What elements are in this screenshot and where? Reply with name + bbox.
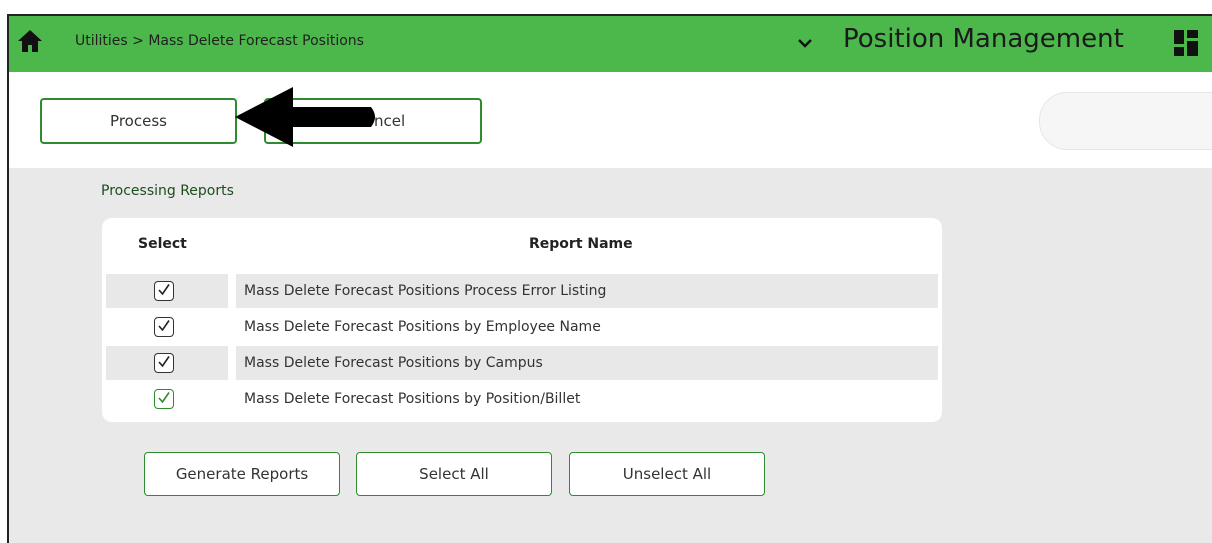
- select-all-button[interactable]: Select All: [356, 452, 552, 496]
- report-checkbox[interactable]: [154, 317, 174, 337]
- report-name: Mass Delete Forecast Positions by Positi…: [244, 391, 581, 407]
- report-checkbox[interactable]: [154, 389, 174, 409]
- reports-table: Select Report Name Mass Delete Forecast …: [102, 218, 942, 422]
- report-name: Mass Delete Forecast Positions by Employ…: [244, 319, 601, 335]
- select-cell: [106, 382, 228, 416]
- report-checkbox[interactable]: [154, 281, 174, 301]
- column-header-report-name: Report Name: [529, 236, 633, 252]
- select-cell: [106, 310, 228, 344]
- content-area: Processing Reports Select Report Name Ma…: [9, 168, 1212, 543]
- check-icon: [158, 284, 170, 296]
- check-icon: [158, 392, 170, 404]
- breadcrumb[interactable]: Utilities > Mass Delete Forecast Positio…: [75, 33, 364, 49]
- home-icon[interactable]: [17, 29, 43, 53]
- select-cell: [106, 346, 228, 380]
- table-row: Mass Delete Forecast Positions by Positi…: [106, 382, 938, 416]
- section-title: Processing Reports: [101, 183, 234, 199]
- column-header-select: Select: [138, 236, 187, 252]
- check-icon: [158, 356, 170, 368]
- report-checkbox[interactable]: [154, 353, 174, 373]
- arrow-annotation: [235, 87, 375, 147]
- process-button[interactable]: Process: [40, 98, 237, 144]
- app-title: Position Management: [843, 24, 1124, 54]
- chevron-down-icon[interactable]: [795, 34, 815, 52]
- check-icon: [158, 320, 170, 332]
- grid-icon[interactable]: [1172, 29, 1200, 57]
- action-bar: Process ncel: [9, 72, 1212, 168]
- generate-reports-button[interactable]: Generate Reports: [144, 452, 340, 496]
- search-pill[interactable]: [1039, 92, 1212, 150]
- table-row: Mass Delete Forecast Positions by Employ…: [106, 310, 938, 344]
- app-frame: Utilities > Mass Delete Forecast Positio…: [7, 14, 1212, 543]
- top-bar: Utilities > Mass Delete Forecast Positio…: [9, 16, 1212, 72]
- table-row: Mass Delete Forecast Positions Process E…: [106, 274, 938, 308]
- unselect-all-button[interactable]: Unselect All: [569, 452, 765, 496]
- table-row: Mass Delete Forecast Positions by Campus: [106, 346, 938, 380]
- report-name: Mass Delete Forecast Positions by Campus: [236, 346, 938, 380]
- report-name: Mass Delete Forecast Positions Process E…: [236, 274, 938, 308]
- select-cell: [106, 274, 228, 308]
